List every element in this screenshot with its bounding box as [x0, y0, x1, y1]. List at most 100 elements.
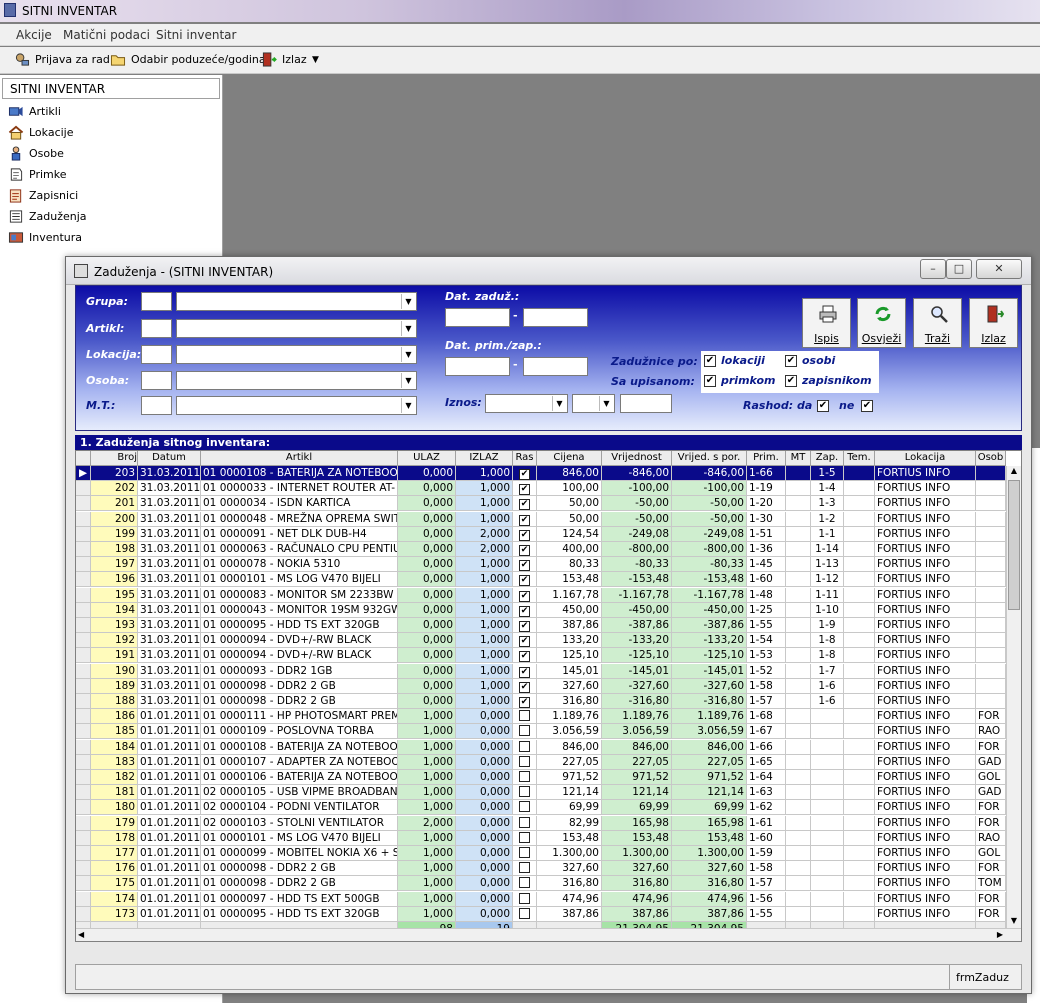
table-row[interactable]: 201 31.03.2011. 01 0000034 - ISDN KARTICA 0… — [76, 496, 1006, 512]
column-header[interactable]: Ras — [513, 451, 537, 466]
scroll-down-icon[interactable]: ▼ — [1008, 916, 1020, 928]
osoba-code-input[interactable] — [141, 371, 172, 390]
trazi-button[interactable]: Traži — [913, 298, 962, 348]
rashod-cell-checkbox[interactable]: ✔ — [513, 648, 537, 664]
row-indicator[interactable] — [76, 861, 91, 877]
primkom-checkbox[interactable]: ✔ — [704, 375, 716, 387]
rashod-cell-checkbox[interactable] — [513, 846, 537, 861]
rashod-cell-checkbox[interactable] — [513, 770, 537, 785]
scroll-left-icon[interactable]: ◀ — [78, 930, 84, 939]
row-indicator[interactable] — [76, 754, 91, 770]
rashod-cell-checkbox[interactable]: ✔ — [513, 602, 537, 618]
unchecked-checkbox-icon[interactable] — [519, 831, 530, 843]
iznos-operator-select[interactable]: ▼ — [485, 394, 568, 413]
lokacija-select[interactable]: ▼ — [176, 345, 417, 364]
table-row[interactable]: 191 31.03.2011. 01 0000094 - DVD+/-RW BLAC… — [76, 648, 1006, 664]
checked-checkbox-icon[interactable]: ✔ — [519, 651, 530, 663]
row-indicator[interactable] — [76, 542, 91, 557]
table-row[interactable]: 183 01.01.2011. 01 0000107 - ADAPTER ZA NO… — [76, 754, 1006, 770]
row-indicator[interactable] — [76, 587, 91, 603]
column-header[interactable]: Vrijednost — [602, 451, 672, 466]
checked-checkbox-icon[interactable]: ✔ — [519, 636, 530, 648]
row-indicator[interactable] — [76, 678, 91, 694]
unchecked-checkbox-icon[interactable] — [519, 877, 530, 889]
menu-sitni-inventar[interactable]: Sitni inventar — [156, 28, 236, 42]
table-row[interactable]: 182 01.01.2011. 01 0000106 - BATERIJA ZA N… — [76, 770, 1006, 785]
rashod-cell-checkbox[interactable] — [513, 815, 537, 831]
iznos-input[interactable] — [620, 394, 672, 413]
checked-checkbox-icon[interactable]: ✔ — [519, 560, 530, 572]
ispis-button[interactable]: Ispis — [802, 298, 851, 348]
table-row[interactable]: 179 01.01.2011. 02 0000103 - STOLNI VENTIL… — [76, 815, 1006, 831]
rashod-cell-checkbox[interactable]: ✔ — [513, 678, 537, 694]
dat-zaduz-to-input[interactable] — [523, 308, 588, 327]
unchecked-checkbox-icon[interactable] — [519, 892, 530, 904]
rashod-cell-checkbox[interactable] — [513, 800, 537, 816]
unchecked-checkbox-icon[interactable] — [519, 907, 530, 919]
maximize-button[interactable]: □ — [946, 259, 972, 279]
checked-checkbox-icon[interactable]: ✔ — [519, 666, 530, 678]
osobi-checkbox[interactable]: ✔ — [785, 355, 797, 367]
column-header[interactable]: Artikl — [201, 451, 398, 466]
table-row[interactable]: 176 01.01.2011. 01 0000098 - DDR2 2 GB 1,00… — [76, 861, 1006, 877]
column-header[interactable]: Datum — [138, 451, 201, 466]
window-titlebar[interactable]: Zaduženja - (SITNI INVENTAR) – □ ✕ — [66, 257, 1031, 285]
rashod-cell-checkbox[interactable] — [513, 739, 537, 755]
rashod-cell-checkbox[interactable]: ✔ — [513, 572, 537, 588]
column-header[interactable]: Broj — [91, 451, 138, 466]
mt-code-input[interactable] — [141, 396, 172, 415]
rashod-cell-checkbox[interactable]: ✔ — [513, 496, 537, 512]
row-indicator[interactable] — [76, 785, 91, 801]
row-indicator[interactable] — [76, 876, 91, 892]
unchecked-checkbox-icon[interactable] — [519, 862, 530, 874]
rashod-cell-checkbox[interactable] — [513, 891, 537, 907]
scroll-right-icon[interactable]: ▶ — [997, 930, 1003, 939]
table-row[interactable]: 174 01.01.2011. 01 0000097 - HDD TS EXT 50… — [76, 891, 1006, 907]
column-header[interactable]: Tem. — [844, 451, 875, 466]
dat-zaduz-from-input[interactable] — [445, 308, 510, 327]
rashod-cell-checkbox[interactable] — [513, 861, 537, 877]
column-header[interactable]: Cijena — [537, 451, 602, 466]
izlaz-button[interactable]: Izlaz — [969, 298, 1018, 348]
row-indicator[interactable] — [76, 906, 91, 922]
checked-checkbox-icon[interactable]: ✔ — [519, 621, 530, 632]
table-row[interactable]: 199 31.03.2011. 01 0000091 - NET DLK DUB-H… — [76, 526, 1006, 542]
rashod-cell-checkbox[interactable]: ✔ — [513, 663, 537, 679]
row-indicator[interactable] — [76, 694, 91, 709]
lokacija-code-input[interactable] — [141, 345, 172, 364]
grupa-code-input[interactable] — [141, 292, 172, 311]
checked-checkbox-icon[interactable]: ✔ — [519, 514, 530, 526]
menu-akcije[interactable]: Akcije — [16, 28, 52, 42]
row-indicator[interactable] — [76, 481, 91, 497]
rashod-cell-checkbox[interactable] — [513, 906, 537, 922]
osoba-select[interactable]: ▼ — [176, 371, 417, 390]
rashod-cell-checkbox[interactable] — [513, 876, 537, 892]
checked-checkbox-icon[interactable]: ✔ — [519, 575, 530, 587]
row-indicator[interactable] — [76, 602, 91, 618]
osvjezi-button[interactable]: Osvježi — [857, 298, 906, 348]
table-row[interactable]: 194 31.03.2011. 01 0000043 - MONITOR 19SM … — [76, 602, 1006, 618]
rashod-cell-checkbox[interactable] — [513, 830, 537, 846]
choose-company-button[interactable]: Odabir poduzeće/godina — [131, 53, 266, 66]
table-row[interactable]: 189 31.03.2011. 01 0000098 - DDR2 2 GB 0,00… — [76, 678, 1006, 694]
dat-prim-to-input[interactable] — [523, 357, 588, 376]
row-indicator[interactable] — [76, 739, 91, 755]
mt-select[interactable]: ▼ — [176, 396, 417, 415]
table-row[interactable]: 186 01.01.2011. 01 0000111 - HP PHOTOSMART… — [76, 709, 1006, 725]
rashod-cell-checkbox[interactable]: ✔ — [513, 466, 537, 481]
table-row[interactable]: 195 31.03.2011. 01 0000083 - MONITOR SM 22… — [76, 587, 1006, 603]
vertical-scroll-thumb[interactable] — [1008, 480, 1020, 610]
row-indicator[interactable] — [76, 770, 91, 785]
table-row[interactable]: 177 01.01.2011. 01 0000099 - MOBITEL NOKIA… — [76, 846, 1006, 861]
artikl-code-input[interactable] — [141, 319, 172, 338]
column-header[interactable]: Lokacija — [875, 451, 976, 466]
row-indicator[interactable] — [76, 511, 91, 527]
unchecked-checkbox-icon[interactable] — [519, 725, 530, 737]
table-row[interactable]: 178 01.01.2011. 01 0000101 - MS LOG V470 B… — [76, 830, 1006, 846]
rashod-da-checkbox[interactable]: ✔ — [817, 400, 829, 412]
table-row[interactable]: 173 01.01.2011. 01 0000095 - HDD TS EXT 32… — [76, 906, 1006, 922]
horizontal-scrollbar[interactable]: ◀ ▶ — [76, 928, 1021, 941]
column-header[interactable]: MT — [786, 451, 811, 466]
row-indicator[interactable] — [76, 572, 91, 588]
unchecked-checkbox-icon[interactable] — [519, 816, 530, 828]
